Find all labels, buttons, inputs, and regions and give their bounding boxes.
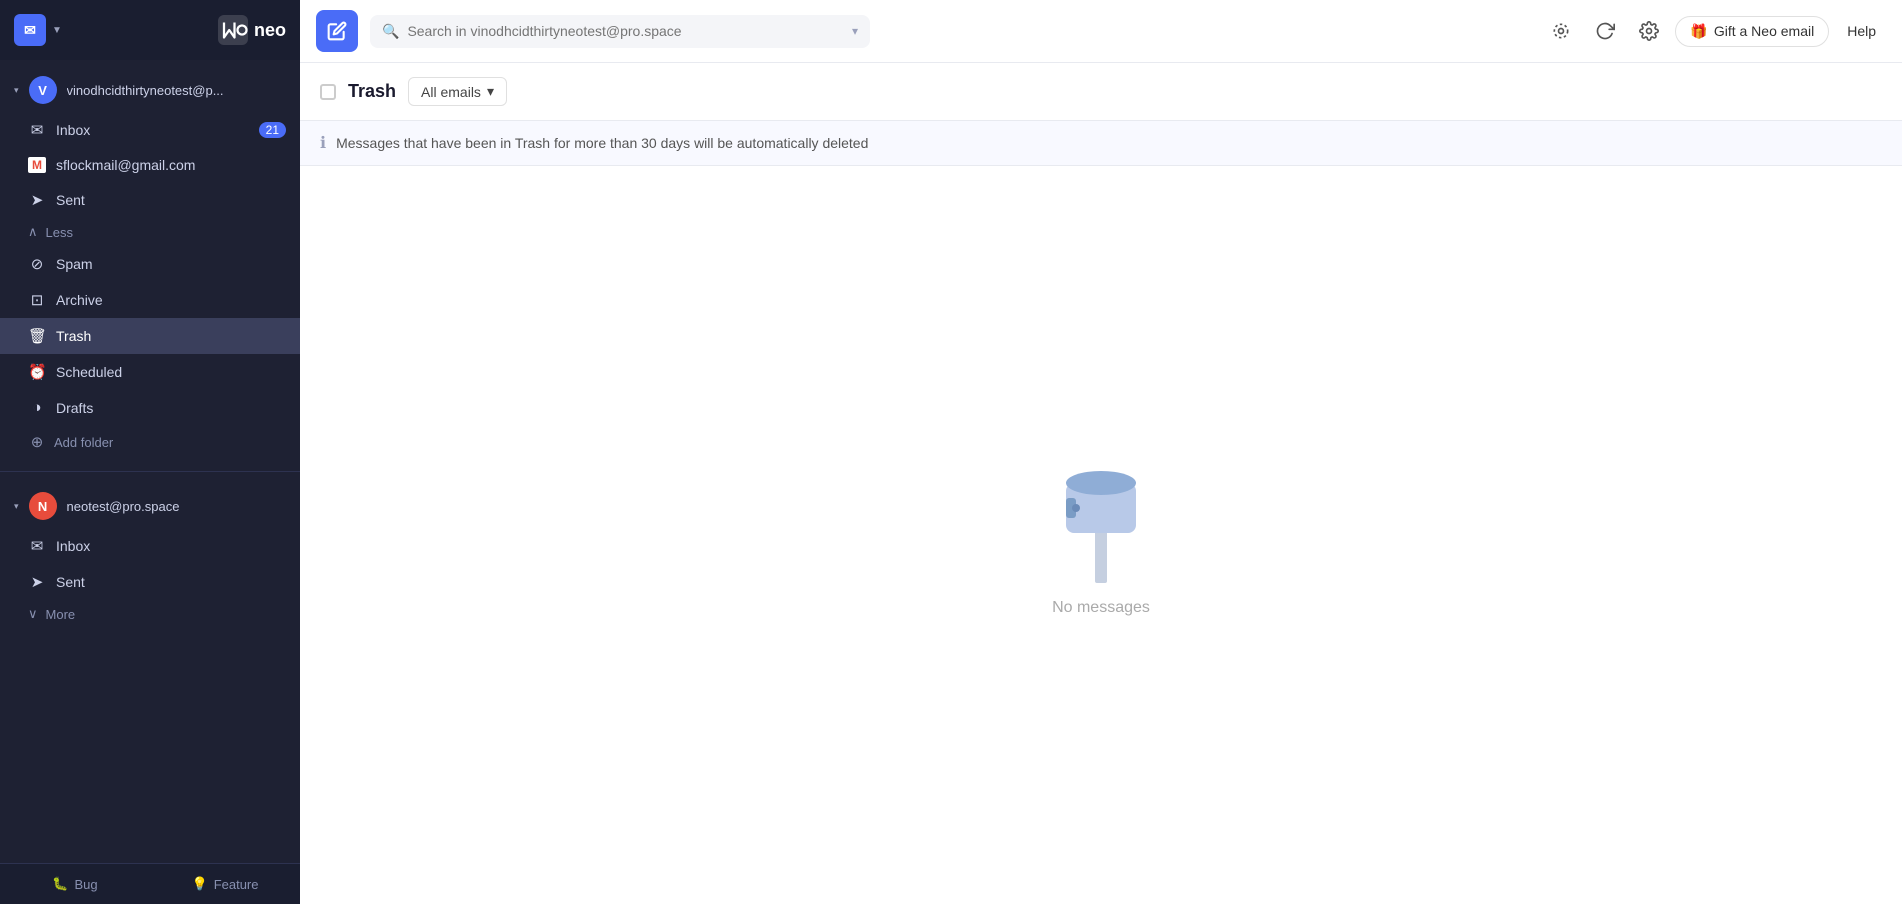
add-folder-icon: ⊕ — [28, 433, 46, 451]
archive-label: Archive — [56, 292, 103, 308]
sidebar-item-add-folder[interactable]: ⊕ Add folder — [0, 425, 300, 459]
sidebar-item-drafts[interactable]: ◑ Drafts — [0, 390, 300, 425]
chevron-up-icon: ∧ — [28, 224, 38, 240]
spam-label: Spam — [56, 256, 93, 272]
gmail-icon: M — [28, 157, 46, 173]
account-dropdown[interactable]: ✉ ▼ — [14, 14, 208, 46]
info-message: Messages that have been in Trash for mor… — [336, 135, 868, 151]
sidebar-item-sent-2[interactable]: ➤ Sent — [0, 564, 300, 600]
filter-dropdown[interactable]: All emails ▾ — [408, 77, 507, 106]
dropdown-arrow-icon: ▼ — [52, 25, 62, 36]
empty-message: No messages — [1052, 599, 1150, 617]
focus-mode-button[interactable] — [1543, 13, 1579, 49]
sidebar-header: ✉ ▼ neo — [0, 0, 300, 60]
help-button[interactable]: Help — [1837, 17, 1886, 45]
topbar-actions: 🎁 Gift a Neo email Help — [1543, 13, 1886, 49]
bug-icon: 🐛 — [52, 876, 68, 892]
spam-icon: ⊘ — [28, 255, 46, 273]
topbar: 🔍 ▾ — [300, 0, 1902, 63]
empty-state: No messages — [300, 166, 1902, 904]
refresh-button[interactable] — [1587, 13, 1623, 49]
main-content: 🔍 ▾ — [300, 0, 1902, 904]
drafts-label: Drafts — [56, 400, 93, 416]
compose-button[interactable] — [316, 10, 358, 52]
neo-logo-text: neo — [254, 20, 286, 41]
inbox-icon: ✉ — [28, 121, 46, 139]
sidebar-less-toggle[interactable]: ∧ Less — [0, 218, 300, 246]
sidebar-item-trash[interactable]: 🗑 Trash — [0, 318, 300, 354]
page-title: Trash — [348, 81, 396, 102]
sent-label: Sent — [56, 192, 85, 208]
gift-icon: 🎁 — [1690, 23, 1707, 40]
account-email-1: vinodhcidthirtyneotest@p... — [67, 83, 224, 98]
empty-mailbox-illustration — [1041, 453, 1161, 583]
gift-label: Gift a Neo email — [1714, 23, 1814, 39]
info-icon: ℹ — [320, 133, 326, 153]
bug-button[interactable]: 🐛 Bug — [0, 864, 150, 904]
sidebar-item-sent[interactable]: ➤ Sent — [0, 182, 300, 218]
filter-label: All emails — [421, 84, 481, 100]
feature-label: Feature — [214, 877, 259, 892]
search-bar: 🔍 ▾ — [370, 15, 870, 48]
content-area: Trash All emails ▾ ℹ Messages that have … — [300, 63, 1902, 904]
inbox-label-2: Inbox — [56, 538, 90, 554]
search-input[interactable] — [407, 23, 844, 39]
sent-label-2: Sent — [56, 574, 85, 590]
inbox-icon-2: ✉ — [28, 537, 46, 555]
sidebar-item-spam[interactable]: ⊘ Spam — [0, 246, 300, 282]
drafts-icon: ◑ — [28, 399, 46, 416]
chevron-down-icon-2: ▾ — [14, 501, 19, 512]
chevron-down-icon-more: ∨ — [28, 606, 38, 622]
bug-label: Bug — [75, 877, 98, 892]
search-icon: 🔍 — [382, 23, 399, 40]
select-all-checkbox[interactable] — [320, 84, 336, 100]
inbox-label: Inbox — [56, 122, 90, 138]
trash-label: Trash — [56, 328, 91, 344]
neo-logo-svg — [218, 15, 248, 45]
scheduled-icon: ⏰ — [28, 363, 46, 381]
chevron-down-icon-1: ▾ — [14, 85, 19, 96]
account-badge-icon: ✉ — [14, 14, 46, 46]
account-section-1: ▾ V vinodhcidthirtyneotest@p... ✉ Inbox … — [0, 60, 300, 467]
account-header-2[interactable]: ▾ N neotest@pro.space — [0, 484, 300, 528]
gift-neo-email-button[interactable]: 🎁 Gift a Neo email — [1675, 16, 1829, 47]
archive-icon: ⊡ — [28, 291, 46, 309]
trash-icon: 🗑 — [28, 327, 46, 345]
scheduled-label: Scheduled — [56, 364, 122, 380]
sidebar-more-toggle[interactable]: ∨ More — [0, 600, 300, 628]
account-header-1[interactable]: ▾ V vinodhcidthirtyneotest@p... — [0, 68, 300, 112]
more-label: More — [46, 607, 76, 622]
avatar-2: N — [29, 492, 57, 520]
search-filter-dropdown[interactable]: ▾ — [852, 24, 858, 38]
sidebar-divider — [0, 471, 300, 472]
settings-button[interactable] — [1631, 13, 1667, 49]
sidebar: ✉ ▼ neo ▾ V vinodhcidthirtyneotest@p... … — [0, 0, 300, 904]
bottom-bar: 🐛 Bug 💡 Feature — [0, 863, 300, 904]
gmail-label: sflockmail@gmail.com — [56, 157, 195, 173]
add-folder-label: Add folder — [54, 435, 113, 450]
content-header: Trash All emails ▾ — [300, 63, 1902, 121]
sent-icon-2: ➤ — [28, 573, 46, 591]
help-label: Help — [1847, 23, 1876, 39]
sent-icon: ➤ — [28, 191, 46, 209]
account-email-2: neotest@pro.space — [67, 499, 180, 514]
sidebar-item-archive[interactable]: ⊡ Archive — [0, 282, 300, 318]
feature-button[interactable]: 💡 Feature — [150, 864, 300, 904]
inbox-badge: 21 — [259, 122, 286, 138]
avatar-1: V — [29, 76, 57, 104]
neo-logo: neo — [218, 15, 286, 45]
info-banner: ℹ Messages that have been in Trash for m… — [300, 121, 1902, 166]
filter-chevron-icon: ▾ — [487, 83, 494, 100]
sidebar-item-gmail[interactable]: M sflockmail@gmail.com — [0, 148, 300, 182]
feature-icon: 💡 — [192, 876, 208, 892]
sidebar-item-inbox[interactable]: ✉ Inbox 21 — [0, 112, 300, 148]
account-section-2: ▾ N neotest@pro.space ✉ Inbox ➤ Sent ∨ M… — [0, 476, 300, 636]
sidebar-item-inbox-2[interactable]: ✉ Inbox — [0, 528, 300, 564]
less-label: Less — [46, 225, 73, 240]
sidebar-item-scheduled[interactable]: ⏰ Scheduled — [0, 354, 300, 390]
